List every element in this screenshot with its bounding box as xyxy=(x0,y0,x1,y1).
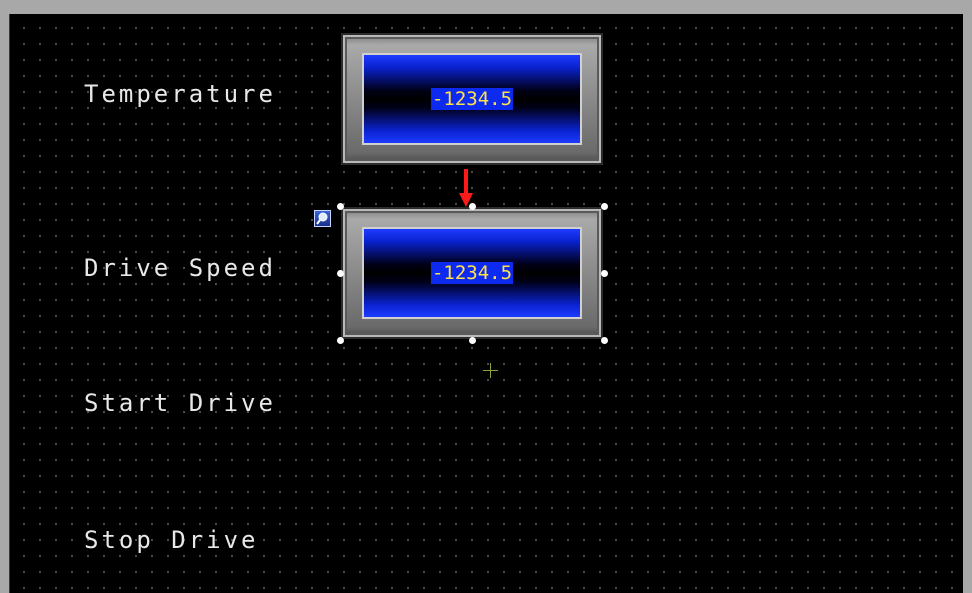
hmi-design-canvas[interactable]: Temperature Drive Speed Start Drive Stop… xyxy=(9,14,963,593)
label-start-drive: Start Drive xyxy=(84,389,276,417)
label-drive-speed: Drive Speed xyxy=(84,254,276,282)
resize-handle-bottom-left[interactable] xyxy=(337,337,344,344)
temperature-display-screen: -1234.5 xyxy=(362,53,582,145)
resize-handle-top-left[interactable] xyxy=(337,203,344,210)
drive-speed-value: -1234.5 xyxy=(430,262,514,284)
resize-handle-top[interactable] xyxy=(469,203,476,210)
resize-handle-left[interactable] xyxy=(337,270,344,277)
resize-handle-bottom-right[interactable] xyxy=(601,337,608,344)
label-temperature: Temperature xyxy=(84,80,276,108)
temperature-value: -1234.5 xyxy=(430,88,514,110)
resize-handle-top-right[interactable] xyxy=(601,203,608,210)
drive-speed-numeric-display[interactable]: -1234.5 xyxy=(341,207,603,339)
magnifier-icon[interactable] xyxy=(314,210,331,227)
drive-speed-display-screen: -1234.5 xyxy=(362,227,582,319)
resize-handle-right[interactable] xyxy=(601,270,608,277)
label-stop-drive: Stop Drive xyxy=(84,526,259,554)
temperature-numeric-display[interactable]: -1234.5 xyxy=(341,33,603,165)
resize-handle-bottom[interactable] xyxy=(469,337,476,344)
crosshair-icon xyxy=(483,363,498,378)
